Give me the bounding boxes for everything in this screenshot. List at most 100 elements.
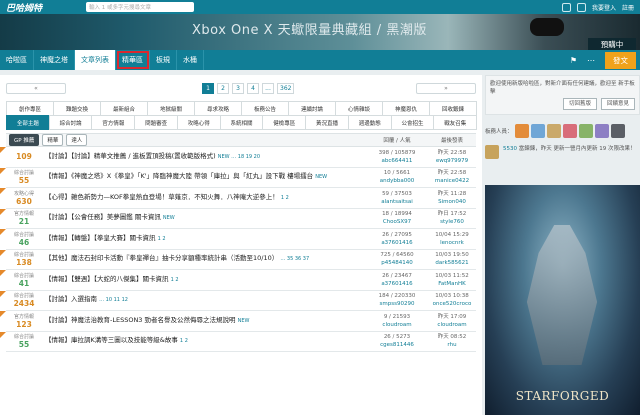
category-tab[interactable]: 心情雜談 xyxy=(335,101,383,116)
category-tab[interactable]: 連續討論 xyxy=(288,101,336,116)
thread-title[interactable]: 【情報】庫拉調K溝等三圖以及技能等級&故事 xyxy=(45,336,178,344)
thread-title-block[interactable]: 【心得】雜色新勢力—KOF拳皇熱血登場！草薙京．不知火舞．八神庵大逆參上！ 1 … xyxy=(42,193,366,203)
prev-page-button[interactable]: « xyxy=(6,83,66,94)
page-link[interactable]: 3 xyxy=(232,83,244,94)
expert-filter-button[interactable]: 達人 xyxy=(66,134,88,146)
moderator-avatar[interactable] xyxy=(562,124,577,138)
nav-tab[interactable]: 神魔之塔 xyxy=(34,50,75,70)
thread-row[interactable]: 綜合討論 2434 【討論】入選指南 … 10 11 12 184 / 220330 s… xyxy=(0,290,476,311)
last-poster-link[interactable]: ewq979979 xyxy=(428,157,476,165)
thread-title-block[interactable]: 【討論】【公會任務】美夢圖鑑 關卡資訊 NEW xyxy=(42,213,366,223)
thread-row[interactable]: 綜合討論 46 【情報】【轉盤】【拳皇大賽】關卡資訊 1 2 26 / 27095 a3… xyxy=(0,229,476,250)
thread-title-block[interactable]: 【情報】【轉盤】【拳皇大賽】關卡資訊 1 2 xyxy=(42,234,366,244)
category-tab[interactable]: 公會招生 xyxy=(390,115,435,130)
register-link[interactable]: 註冊 xyxy=(622,3,634,12)
category-tab[interactable]: 難題交換 xyxy=(53,101,101,116)
thread-title[interactable]: 【討論】【討論】精華文推薦 / 進板置頂投稿(置收範版格式) xyxy=(45,152,216,160)
category-tab[interactable]: 最新組合 xyxy=(100,101,148,116)
author-link[interactable]: a37601416 xyxy=(366,280,428,288)
category-tab[interactable]: 戰友召集 xyxy=(433,115,478,130)
thread-row[interactable]: 攻略心得 630 【心得】雜色新勢力—KOF拳皇熱血登場！草薙京．不知火舞．八神庵大… xyxy=(0,188,476,209)
thread-row[interactable]: 綜合討論 55 【情報】《神魔之塔》X《拳皇》「K'」降臨神魔大陸 帶領「庫拉」與「… xyxy=(0,167,476,188)
page-link[interactable]: 1 xyxy=(202,83,214,94)
thread-pages[interactable]: NEW xyxy=(315,174,327,180)
nav-tab[interactable]: 文章列表 xyxy=(75,50,116,70)
thread-row[interactable]: 綜合討論 55 【情報】庫拉調K溝等三圖以及技能等級&故事 1 2 26 / 5273… xyxy=(0,331,476,352)
thread-row[interactable]: 109 【討論】【討論】精華文推薦 / 進板置頂投稿(置收範版格式) NEW … … xyxy=(0,147,476,168)
thread-row[interactable]: 官方情報 21 【討論】【公會任務】美夢圖鑑 關卡資訊 NEW 18 / 18994 C… xyxy=(0,208,476,229)
thread-title[interactable]: 【情報】《神魔之塔》X《拳皇》「K'」降臨神魔大陸 帶領「庫拉」與「紅丸」設下戰… xyxy=(45,172,313,180)
author-link[interactable]: alantsaitsai xyxy=(366,198,428,206)
thread-pages[interactable]: 1 2 xyxy=(281,195,289,201)
moderator-avatar[interactable] xyxy=(578,124,593,138)
category-tab[interactable]: 系統相關 xyxy=(219,115,264,130)
category-tab[interactable]: 創作專區 xyxy=(6,101,54,116)
category-tab[interactable]: 問題審查 xyxy=(134,115,178,130)
thread-title[interactable]: 【其他】魔法石封印卡活動『拳皇禪台』抽卡分享額種率統計串（活動至10/10） xyxy=(45,254,278,262)
thread-pages[interactable]: 1 2 xyxy=(158,236,166,242)
thread-pages[interactable]: … 35 36 37 xyxy=(280,256,309,262)
nav-tab[interactable]: 水桶 xyxy=(177,50,204,70)
gp-sort-button[interactable]: GP 推薦 xyxy=(9,134,40,146)
search-input[interactable]: 輸入 1 或多字元搜尋文章 xyxy=(86,2,194,12)
nav-tab[interactable]: 板規 xyxy=(150,50,177,70)
thread-title[interactable]: 【情報】【轉盤】【拳皇大賽】關卡資訊 xyxy=(45,234,156,242)
thread-title[interactable]: 【情報】【雙週】【大蛇的八傑集】關卡資訊 xyxy=(45,275,169,283)
moderator-avatar[interactable] xyxy=(514,124,529,138)
thread-pages[interactable]: 1 2 xyxy=(171,277,179,283)
category-tab[interactable]: 週邊動態 xyxy=(347,115,392,130)
category-tab[interactable]: 地獄級關 xyxy=(147,101,195,116)
category-tab[interactable]: 官方情報 xyxy=(91,115,136,130)
notification-icon[interactable] xyxy=(561,2,571,12)
post-button[interactable]: 發文 xyxy=(605,51,636,69)
last-poster-link[interactable]: style760 xyxy=(428,218,476,226)
category-tab[interactable]: 回收鍛鍊 xyxy=(429,101,477,116)
more-icon[interactable]: ⋯ xyxy=(587,56,595,65)
thread-row[interactable]: 綜合討論 41 【情報】【雙週】【大蛇的八傑集】關卡資訊 1 2 26 / 23467… xyxy=(0,270,476,291)
moderator-avatar[interactable] xyxy=(610,124,625,138)
last-poster-link[interactable]: Simon040 xyxy=(428,198,476,206)
author-link[interactable]: p45484140 xyxy=(366,259,428,267)
author-link[interactable]: ChooSX97 xyxy=(366,218,428,226)
moderator-avatar[interactable] xyxy=(546,124,561,138)
thread-title[interactable]: 【心得】雜色新勢力—KOF拳皇熱血登場！草薙京．不知火舞．八神庵大逆參上！ xyxy=(45,193,279,201)
elite-filter-button[interactable]: 精華 xyxy=(42,134,64,146)
thread-title-block[interactable]: 【其他】魔法石封印卡活動『拳皇禪台』抽卡分享額種率統計串（活動至10/10） …… xyxy=(42,254,366,264)
avatar[interactable] xyxy=(576,2,586,12)
author-link[interactable]: abc664411 xyxy=(366,157,428,165)
moderator-avatar[interactable] xyxy=(594,124,609,138)
nav-tab[interactable]: 哈啦區 xyxy=(0,50,34,70)
preorder-button[interactable]: 預購中 xyxy=(588,38,636,50)
category-tab[interactable]: 綜合討論 xyxy=(48,115,93,130)
category-tab[interactable]: 尋求攻略 xyxy=(194,101,242,116)
author-link[interactable]: smpss90290 xyxy=(366,300,428,308)
thread-title[interactable]: 【討論】入選指南 xyxy=(45,295,97,303)
category-tab[interactable]: 黃況直播 xyxy=(305,115,349,130)
thread-row[interactable]: 綜合討論 138 【其他】魔法石封印卡活動『拳皇禪台』抽卡分享額種率統計串（活動至1… xyxy=(0,249,476,270)
thread-title-block[interactable]: 【情報】【雙週】【大蛇的八傑集】關卡資訊 1 2 xyxy=(42,275,366,285)
moderator-avatar[interactable] xyxy=(530,124,545,138)
last-poster-link[interactable]: cloudroam xyxy=(428,321,476,329)
login-link[interactable]: 我要登入 xyxy=(592,3,616,12)
thread-title[interactable]: 【討論】神魔法治教育-LESSON3 勁者名譽及公然侮辱之法規說明 xyxy=(45,316,236,324)
author-link[interactable]: a37601416 xyxy=(366,239,428,247)
last-poster-link[interactable]: dark585621 xyxy=(428,259,476,267)
thread-pages[interactable]: NEW … 18 19 20 xyxy=(218,154,260,160)
tag-icon[interactable]: ⚑ xyxy=(570,56,577,65)
nav-tab[interactable]: 精華區 xyxy=(116,50,150,70)
category-tab[interactable]: 板務公告 xyxy=(241,101,289,116)
author-link[interactable]: andybba000 xyxy=(366,177,428,185)
next-page-button[interactable]: » xyxy=(416,83,476,94)
page-link[interactable]: 362 xyxy=(277,83,295,94)
thread-title-block[interactable]: 【討論】【討論】精華文推薦 / 進板置頂投稿(置收範版格式) NEW … 18 … xyxy=(42,152,366,162)
category-tab[interactable]: 攻略心得 xyxy=(176,115,221,130)
category-tab[interactable]: 健檢專區 xyxy=(262,115,307,130)
author-link[interactable]: cloudroam xyxy=(366,321,428,329)
page-link[interactable]: 4 xyxy=(247,83,259,94)
thread-row[interactable]: 官方情報 123 【討論】神魔法治教育-LESSON3 勁者名譽及公然侮辱之法規說明… xyxy=(0,311,476,332)
thread-title-block[interactable]: 【情報】《神魔之塔》X《拳皇》「K'」降臨神魔大陸 帶領「庫拉」與「紅丸」設下戰… xyxy=(42,172,366,182)
site-logo[interactable]: 巴哈姆特 xyxy=(0,1,78,14)
page-link[interactable]: ... xyxy=(262,83,274,94)
thread-pages[interactable]: NEW xyxy=(163,215,175,221)
last-poster-link[interactable]: once520croco xyxy=(428,300,476,308)
